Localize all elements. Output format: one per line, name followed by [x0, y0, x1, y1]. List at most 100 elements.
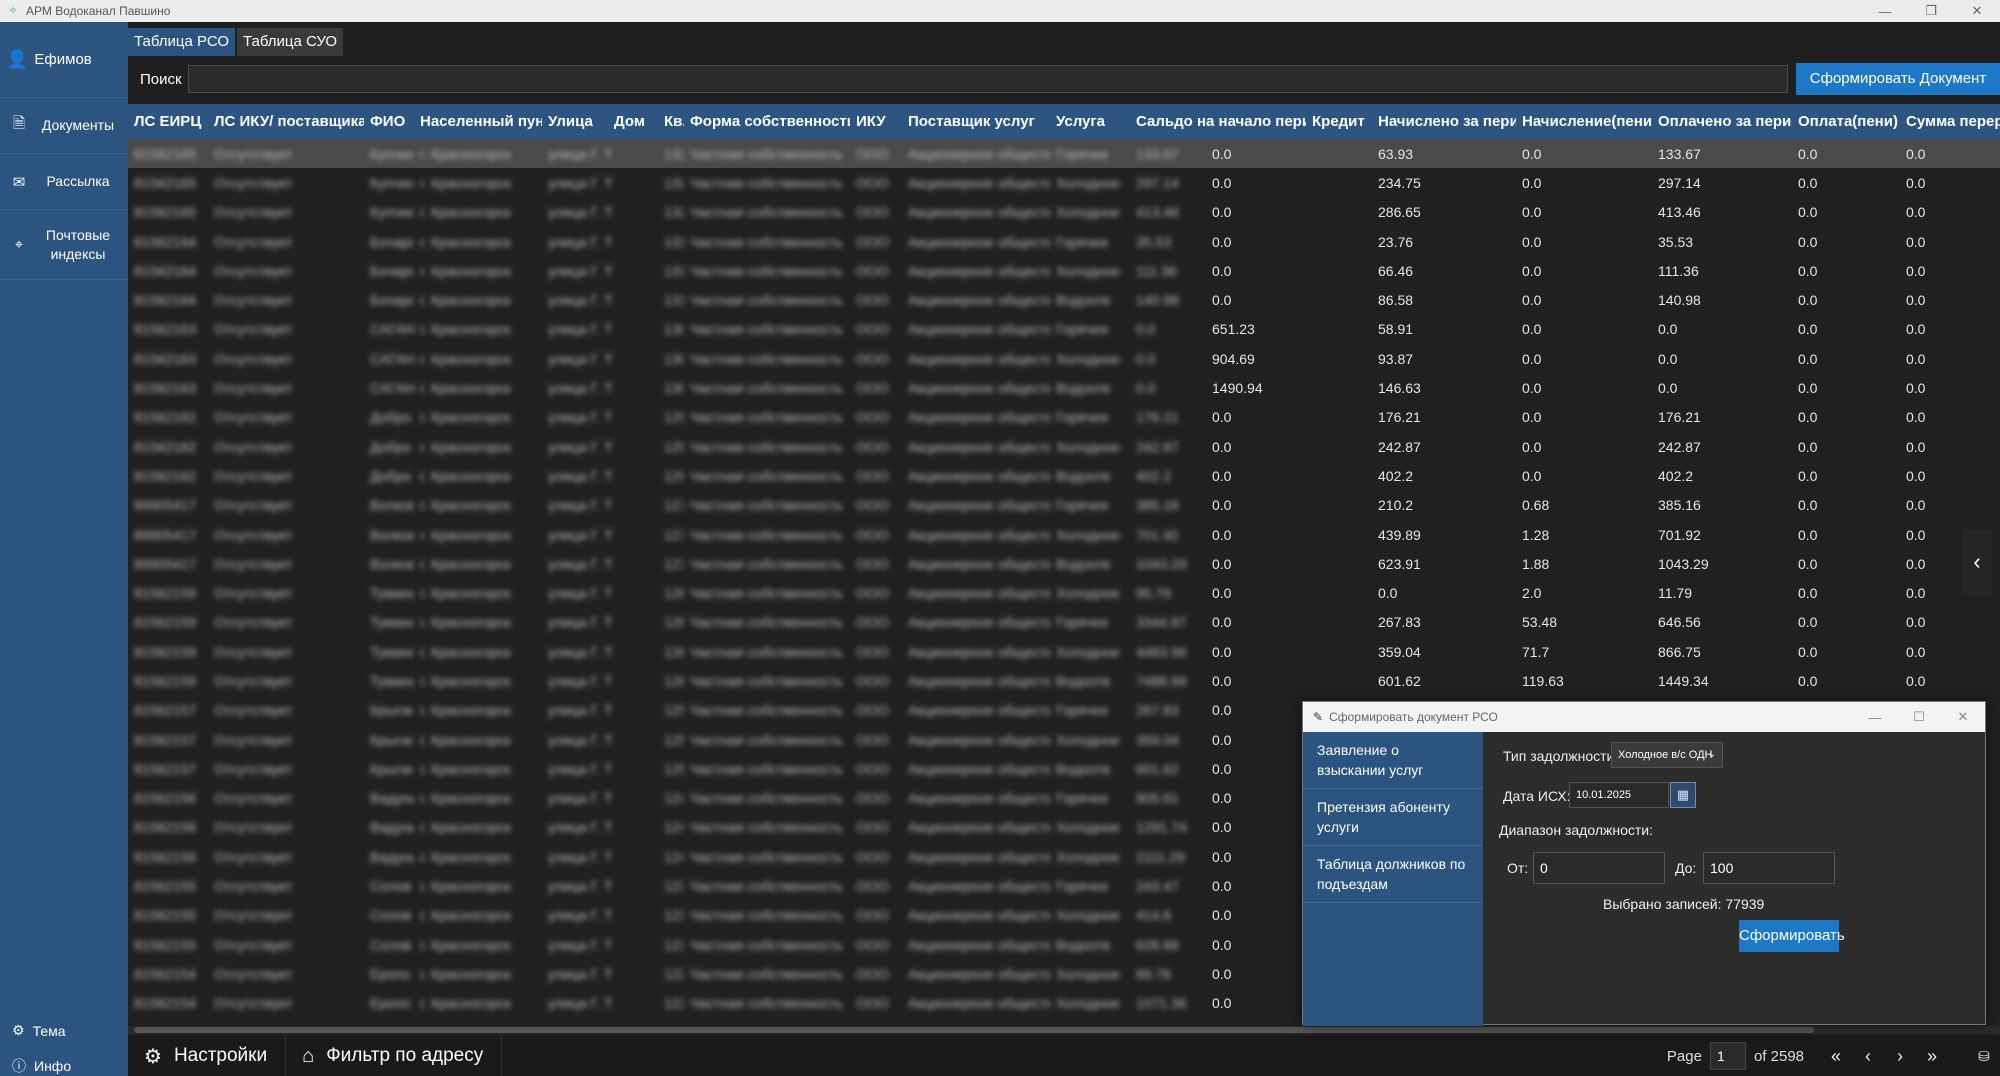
table-cell: 0.0 [1522, 204, 1542, 221]
dialog-minimize-button[interactable]: — [1853, 710, 1897, 725]
table-row[interactable]: 81562159 Отсутствует Туманс г. Красногорск у… [128, 578, 2000, 607]
table-cell: 89905417 [134, 497, 197, 514]
dialog-nav: Заявление о взыскании услуг Претензия аб… [1303, 732, 1483, 1026]
database-icon[interactable]: ⛁ [1968, 1048, 2000, 1065]
date-input[interactable]: 10.01.2025 [1569, 782, 1669, 808]
table-cell: 81562165 [134, 204, 197, 221]
sidebar-item-theme[interactable]: ⚙ Тема [0, 1022, 128, 1039]
table-row[interactable]: 81562162 Отсутствует Добро г. Красногорск ул… [128, 461, 2000, 490]
from-input[interactable]: 0 [1533, 852, 1665, 884]
table-row[interactable]: 81562164 Отсутствует Бочаро г. Красногорск у… [128, 227, 2000, 256]
table-row[interactable]: 81562159 Отсутствует Туманс г. Красногорск у… [128, 637, 2000, 666]
column-header[interactable]: ЛС ЕИРЦ [128, 113, 208, 130]
submit-generate-button[interactable]: Сформировать [1739, 920, 1845, 952]
table-cell: Акционерное общество [908, 702, 1050, 719]
table-cell: улица Г. Т [548, 174, 613, 191]
dialog-close-button[interactable]: ✕ [1941, 709, 1985, 725]
to-input[interactable]: 100 [1703, 852, 1835, 884]
table-row[interactable]: 81562159 Отсутствует Туманс г. Красногорск у… [128, 666, 2000, 695]
dialog-nav-item[interactable]: Претензия абоненту услуги [1303, 789, 1483, 846]
column-header[interactable]: Начисление(пени) [1516, 113, 1652, 130]
table-cell: 131 [664, 233, 684, 250]
sidebar-item-documents[interactable]: 🗎 Документы [0, 98, 128, 154]
search-input[interactable] [188, 65, 1788, 93]
tab-rso-table[interactable]: Таблица РСО [128, 28, 235, 56]
table-row[interactable]: 89905417 Отсутствует Волков г. Красногорск у… [128, 549, 2000, 578]
table-cell: 123 [664, 936, 684, 953]
column-header[interactable]: Кредит [1306, 113, 1372, 130]
scrollbar-thumb[interactable] [134, 1027, 1814, 1033]
table-cell: Акционерное общество [908, 350, 1050, 367]
table-cell: 0.0 [1906, 672, 1926, 689]
dialog-maximize-button[interactable]: ☐ [1897, 709, 1941, 725]
column-header[interactable]: Оплачено за период [1652, 113, 1792, 130]
column-header[interactable]: Улица [542, 113, 608, 130]
column-header[interactable]: Сальдо на начало периода [1130, 113, 1306, 130]
next-page-button[interactable]: › [1884, 1046, 1916, 1067]
table-row[interactable]: 81562165 Отсутствует Купчин г. Красногорск у… [128, 168, 2000, 197]
table-cell: улица Г. Т [548, 145, 613, 162]
sidebar-item-postal-codes[interactable]: ⌖ Почтовые индексы [0, 210, 128, 280]
settings-button[interactable]: ⚙ Настройки [128, 1036, 287, 1076]
column-header[interactable]: Населенный пункт [414, 113, 542, 130]
column-header[interactable]: Оплата(пени) [1792, 113, 1900, 130]
collapse-panel-chevron-left-icon[interactable]: ‹ [1962, 530, 1992, 594]
table-row[interactable]: 89905417 Отсутствует Волков г. Красногорск у… [128, 491, 2000, 520]
last-page-button[interactable]: » [1916, 1046, 1948, 1067]
sidebar-item-mailing[interactable]: ✉ Рассылка [0, 154, 128, 210]
close-button[interactable]: ✕ [1954, 3, 2000, 19]
dialog-nav-item[interactable]: Заявление о взыскании услуг [1303, 732, 1483, 789]
page-number-input[interactable] [1709, 1042, 1746, 1070]
horizontal-scrollbar[interactable] [128, 1026, 2000, 1034]
address-filter-button[interactable]: ⌂ Фильтр по адресу [286, 1036, 503, 1076]
prev-page-button[interactable]: ‹ [1852, 1046, 1884, 1067]
generate-document-button[interactable]: Сформировать Документ [1796, 63, 2000, 95]
table-cell: 0.0 [1658, 380, 1678, 397]
table-cell: 628.68 [1136, 936, 1179, 953]
table-cell: улица Г. Т [548, 731, 613, 748]
table-cell: Отсутствует [214, 702, 293, 719]
page-label: Page [1666, 1047, 1702, 1065]
tab-suo-table[interactable]: Таблица СУО [237, 28, 344, 56]
table-cell: Частная собственность [690, 878, 843, 895]
calendar-icon[interactable]: ▦ [1670, 782, 1696, 808]
table-row[interactable]: 81562163 Отсутствует САГАН г. Красногорск ул… [128, 373, 2000, 402]
column-header[interactable]: Кв. [658, 113, 684, 130]
table-row[interactable]: 81562163 Отсутствует САГАН г. Красногорск ул… [128, 344, 2000, 373]
minimize-button[interactable]: — [1862, 4, 1908, 19]
table-row[interactable]: 81562162 Отсутствует Добро г. Красногорск ул… [128, 432, 2000, 461]
user-profile[interactable]: 👤 Ефимов [0, 22, 128, 98]
table-cell: Частная собственность [690, 380, 843, 397]
column-header[interactable]: Услуга [1050, 113, 1130, 130]
table-row[interactable]: 81562159 Отсутствует Туманс г. Красногорск у… [128, 608, 2000, 637]
table-row[interactable]: 81562163 Отсутствует САГАН г. Красногорск ул… [128, 315, 2000, 344]
column-header[interactable]: Форма собственности [684, 113, 850, 130]
theme-label: Тема [32, 1022, 66, 1039]
dialog-nav-item[interactable]: Таблица должников по подъездам [1303, 846, 1483, 903]
column-header[interactable]: ИКУ [850, 113, 902, 130]
table-row[interactable]: 81562164 Отсутствует Бочаро г. Красногорск у… [128, 285, 2000, 314]
column-header[interactable]: Сумма перерасчета [1900, 113, 2000, 130]
table-row[interactable]: 81562164 Отсутствует Бочаро г. Красногорск у… [128, 256, 2000, 285]
column-header[interactable]: Поставщик услуг [902, 113, 1050, 130]
column-header[interactable]: ФИО [364, 113, 414, 130]
table-cell: 242.87 [1658, 438, 1701, 455]
table-row[interactable]: 89905417 Отсутствует Волков г. Красногорск у… [128, 520, 2000, 549]
column-header[interactable]: ЛС ИКУ/ поставщика [208, 113, 364, 130]
column-header[interactable]: Начислено за период [1372, 113, 1516, 130]
table-cell: улица Г. Т [548, 321, 613, 338]
column-header[interactable]: Дом [608, 113, 658, 130]
table-row[interactable]: 81562165 Отсутствует Купчин г. Красногорск у… [128, 139, 2000, 169]
table-cell: улица Г. Т [548, 995, 613, 1012]
maximize-button[interactable]: ❐ [1908, 3, 1954, 19]
table-row[interactable]: 81562165 Отсутствует Купчин г. Красногорск у… [128, 198, 2000, 227]
debt-type-select[interactable]: Холодное в/с ОДН ⌄ [1611, 742, 1723, 768]
table-cell: Холодное [1056, 585, 1120, 602]
gear-icon: ⚙ [144, 1045, 162, 1068]
first-page-button[interactable]: « [1820, 1046, 1852, 1067]
table-cell: 71.7 [1522, 643, 1550, 660]
table-cell: Крыгин [370, 760, 414, 777]
table-cell: Холодное [1056, 204, 1120, 221]
table-row[interactable]: 81562162 Отсутствует Добро г. Красногорск ул… [128, 403, 2000, 432]
sidebar-item-info[interactable]: ⓘ Инфо [0, 1056, 128, 1076]
